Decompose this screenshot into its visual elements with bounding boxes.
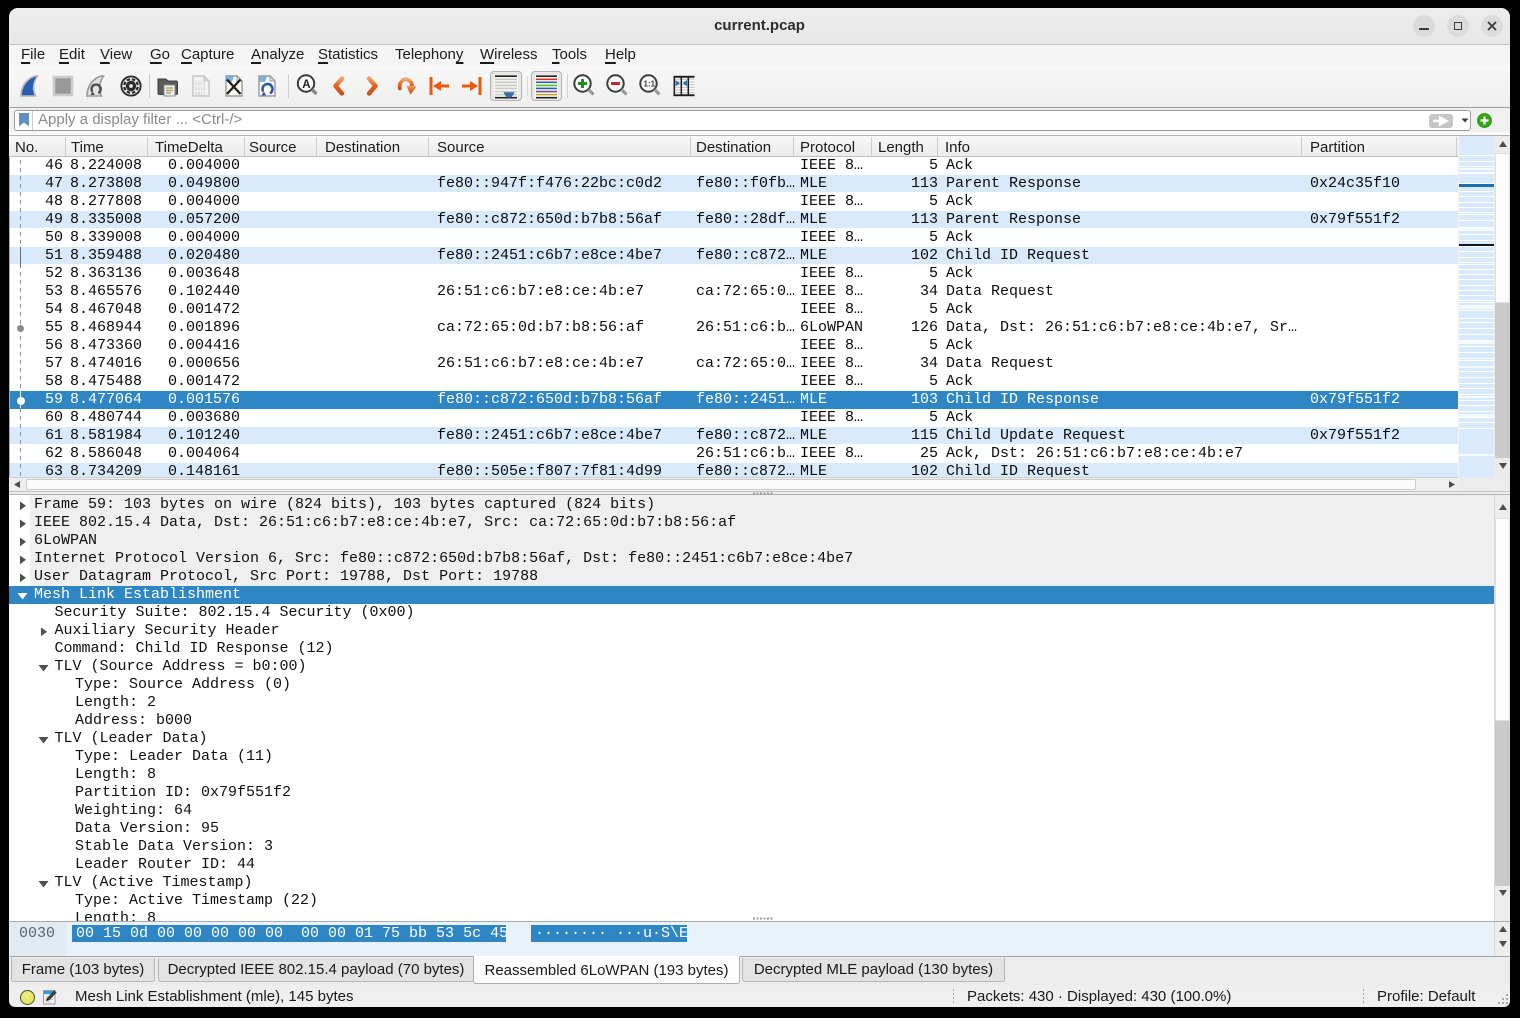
svg-text:A: A [302, 79, 310, 91]
svg-text:0011: 0011 [195, 91, 206, 97]
svg-text:1:1: 1:1 [644, 80, 656, 89]
